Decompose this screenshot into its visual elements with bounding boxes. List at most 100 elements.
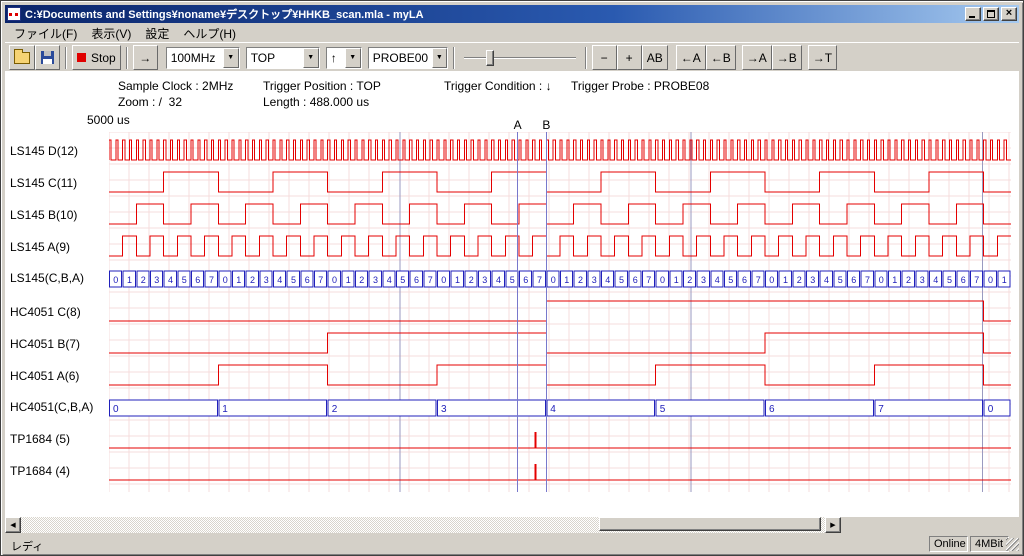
bus-cell-value: 0 bbox=[988, 275, 993, 285]
bus-cell-value: 0 bbox=[769, 275, 774, 285]
title-bar[interactable]: C:¥Documents and Settings¥noname¥デスクトップ¥… bbox=[5, 5, 1019, 23]
zoom-slider-handle[interactable] bbox=[486, 50, 494, 66]
minimize-icon bbox=[969, 16, 975, 18]
stop-square-icon bbox=[77, 53, 86, 62]
waveform-trace bbox=[109, 140, 1011, 160]
chevron-down-icon[interactable]: ▼ bbox=[432, 48, 447, 68]
bus-cell-value: 7 bbox=[756, 275, 761, 285]
bus-cell-value: 0 bbox=[660, 275, 665, 285]
set-cursor-b-button[interactable]: →B bbox=[772, 45, 802, 70]
bus-cell-value: 2 bbox=[687, 275, 692, 285]
bus-cell-value: 0 bbox=[332, 275, 337, 285]
maximize-icon bbox=[987, 10, 995, 18]
zoom-info: Zoom : / 32 bbox=[118, 95, 182, 109]
scrollbar-track[interactable] bbox=[21, 517, 825, 533]
app-icon bbox=[7, 7, 21, 21]
bus-cell-value: 5 bbox=[660, 404, 666, 415]
bus-cell-value: 1 bbox=[455, 275, 460, 285]
close-icon: × bbox=[1006, 8, 1012, 19]
scroll-right-icon[interactable]: ▶ bbox=[825, 517, 841, 533]
menu-help[interactable]: ヘルプ(H) bbox=[176, 24, 243, 43]
trigger-position-value: TOP bbox=[247, 48, 279, 68]
open-folder-icon bbox=[14, 52, 30, 64]
bus-cell-value: 0 bbox=[441, 275, 446, 285]
run-button[interactable]: → bbox=[133, 45, 158, 70]
goto-cursor-a-button[interactable]: ←A bbox=[676, 45, 706, 70]
bus-cell-value: 1 bbox=[236, 275, 241, 285]
ab-range-button[interactable]: AB bbox=[642, 45, 668, 70]
save-button[interactable] bbox=[35, 45, 60, 70]
bus-cell-value: 6 bbox=[851, 275, 856, 285]
close-button[interactable]: × bbox=[1001, 7, 1017, 21]
bus-cell-value: 7 bbox=[878, 404, 884, 415]
bus-cell-value: 5 bbox=[400, 275, 405, 285]
bus-cell-value: 7 bbox=[318, 275, 323, 285]
set-cursor-a-button[interactable]: →A bbox=[742, 45, 772, 70]
bus-cell-value: 0 bbox=[551, 275, 556, 285]
goto-cursor-b-button[interactable]: ←B bbox=[706, 45, 736, 70]
resize-grip[interactable] bbox=[1006, 538, 1019, 551]
menu-view[interactable]: 表示(V) bbox=[84, 24, 138, 43]
bus-cell bbox=[875, 400, 983, 416]
bus-cell-value: 4 bbox=[387, 275, 392, 285]
zoom-slider-track bbox=[464, 57, 576, 59]
bus-cell-value: 2 bbox=[578, 275, 583, 285]
channel-label: HC4051(C,B,A) bbox=[10, 400, 93, 414]
trigger-position-select[interactable]: TOP ▼ bbox=[246, 47, 320, 69]
chevron-down-icon[interactable]: ▼ bbox=[303, 48, 319, 68]
bus-cell-value: 7 bbox=[646, 275, 651, 285]
bus-cell bbox=[219, 400, 327, 416]
cursor-a-label[interactable]: A bbox=[514, 118, 522, 132]
bus-cell-value: 1 bbox=[674, 275, 679, 285]
trigger-position-info: Trigger Position : TOP bbox=[263, 79, 381, 93]
bus-cell-value: 4 bbox=[277, 275, 282, 285]
trigger-edge-value: ↑ bbox=[327, 48, 341, 68]
bus-cell-value: 7 bbox=[428, 275, 433, 285]
trigger-probe-select[interactable]: PROBE00 ▼ bbox=[368, 47, 448, 69]
stop-button[interactable]: Stop bbox=[72, 45, 121, 70]
menu-settings[interactable]: 設定 bbox=[138, 24, 176, 43]
channel-label: LS145(C,B,A) bbox=[10, 271, 84, 285]
maximize-button[interactable] bbox=[983, 7, 999, 21]
bus-cell-value: 6 bbox=[633, 275, 638, 285]
channel-label: LS145 B(10) bbox=[10, 208, 77, 222]
sample-clock-select[interactable]: 100MHz ▼ bbox=[166, 47, 240, 69]
bus-cell bbox=[547, 400, 655, 416]
trigger-edge-select[interactable]: ↑ ▼ bbox=[326, 47, 362, 69]
bus-cell-value: 7 bbox=[537, 275, 542, 285]
chevron-down-icon[interactable]: ▼ bbox=[345, 48, 361, 68]
bus-cell-value: 4 bbox=[605, 275, 610, 285]
scrollbar-thumb[interactable] bbox=[599, 517, 821, 531]
minimize-button[interactable] bbox=[965, 7, 981, 21]
bus-cell-value: 5 bbox=[619, 275, 624, 285]
waveform-trace bbox=[109, 172, 1011, 192]
bus-cell-value: 3 bbox=[441, 404, 447, 415]
horizontal-scrollbar[interactable]: ◀ ▶ bbox=[5, 517, 841, 533]
toolbar-separator bbox=[585, 47, 587, 69]
waveform-trace bbox=[109, 333, 1011, 353]
bus-cell-value: 0 bbox=[879, 275, 884, 285]
goto-trigger-button[interactable]: →T bbox=[808, 45, 837, 70]
zoom-slider[interactable] bbox=[464, 47, 576, 69]
toolbar-separator bbox=[65, 47, 67, 69]
scroll-left-icon[interactable]: ◀ bbox=[5, 517, 21, 533]
bus-cell-value: 5 bbox=[728, 275, 733, 285]
chevron-down-icon[interactable]: ▼ bbox=[223, 48, 239, 68]
waveform-plot[interactable]: 0123456701234567012345670123456701234567… bbox=[109, 132, 1011, 492]
status-ready-text: レディ bbox=[11, 538, 43, 554]
waveform-trace bbox=[109, 301, 1011, 321]
trigger-condition-info: Trigger Condition : ↓ bbox=[444, 79, 552, 93]
open-button[interactable] bbox=[9, 45, 35, 70]
trigger-probe-info: Trigger Probe : PROBE08 bbox=[571, 79, 709, 93]
bus-cell-value: 1 bbox=[127, 275, 132, 285]
waveform-trace bbox=[109, 204, 1011, 224]
trigger-probe-value: PROBE00 bbox=[369, 48, 432, 68]
zoom-in-button[interactable]: + bbox=[617, 45, 642, 70]
zoom-out-button[interactable]: − bbox=[592, 45, 617, 70]
bus-cell-value: 0 bbox=[223, 275, 228, 285]
bus-cell-value: 4 bbox=[824, 275, 829, 285]
cursor-b-label[interactable]: B bbox=[542, 118, 550, 132]
run-arrow-icon: → bbox=[139, 51, 151, 65]
bus-cell-value: 6 bbox=[523, 275, 528, 285]
menu-file[interactable]: ファイル(F) bbox=[7, 24, 84, 43]
